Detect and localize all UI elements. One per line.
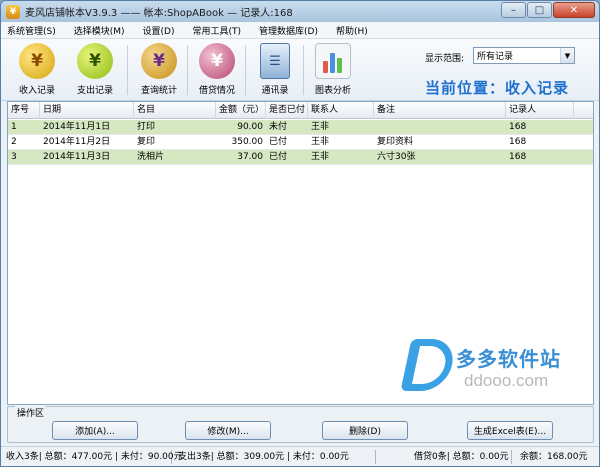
cell-index: 1 — [11, 122, 17, 132]
cell-index: 3 — [11, 152, 17, 162]
cell-item: 打印 — [137, 122, 156, 132]
menu-module[interactable]: 选择模块(M) — [68, 24, 131, 37]
expense-record-label: 支出记录 — [76, 86, 113, 96]
status-expense: 支出3条| 总额：309.00元 | 未付：0.00元 — [176, 450, 376, 464]
cell-amount: 90.00 — [237, 122, 263, 132]
maximize-button[interactable]: □ — [527, 2, 552, 18]
cell-note — [374, 120, 506, 135]
column-header[interactable]: 联系人 — [308, 102, 374, 119]
cell-contact: 王非 — [311, 137, 330, 147]
cell-amount: 350.00 — [231, 137, 264, 147]
toolbar-separator — [245, 45, 246, 95]
display-scope-value: 所有记录 — [477, 52, 514, 62]
cell-note: 复印资料 — [377, 137, 414, 147]
table-row[interactable]: 1 2014年11月1日 打印 90.00 未付 王非 168 — [8, 120, 593, 135]
menu-settings[interactable]: 设置(D) — [137, 24, 181, 37]
watermark-logo-icon — [400, 339, 458, 391]
close-button[interactable]: ✕ — [553, 2, 595, 18]
status-income: 收入3条| 总额：477.00元 | 未付：90.00元 — [6, 450, 183, 464]
income-record-button[interactable]: ¥ 收入记录 — [9, 42, 65, 98]
menu-help[interactable]: 帮助(H) — [330, 24, 374, 37]
chart-bar — [323, 61, 328, 73]
query-stats-icon: ¥ — [141, 43, 177, 79]
menu-database[interactable]: 管理数据库(D) — [253, 24, 324, 37]
title-bar[interactable]: ¥ 麦风店铺帐本V3.9.3 —— 帐本:ShopABook — 记录人:168… — [1, 1, 599, 22]
status-balance: 余额：168.00元 — [520, 452, 588, 462]
query-stats-label: 查询统计 — [140, 86, 177, 96]
expense-yen-icon: ¥ — [77, 43, 113, 79]
expense-record-button[interactable]: ¥ 支出记录 — [67, 42, 123, 98]
edit-button[interactable]: 修改(M)... — [185, 421, 271, 440]
status-loan: 借贷0条| 总额：0.00元 — [412, 450, 512, 464]
delete-button[interactable]: 删除(D) — [322, 421, 408, 440]
site-watermark: 多多软件站 ddooo.com — [400, 337, 594, 399]
income-yen-icon: ¥ — [19, 43, 55, 79]
column-header[interactable]: 序号 — [8, 102, 40, 119]
loan-status-button[interactable]: ¥ 借贷情况 — [189, 42, 245, 98]
display-scope-label: 显示范围: — [425, 54, 465, 64]
menu-bar: 系统管理(S) 选择模块(M) 设置(D) 常用工具(T) 管理数据库(D) 帮… — [1, 22, 599, 39]
cell-paid: 未付 — [269, 122, 288, 132]
chart-analysis-button[interactable]: 图表分析 — [305, 42, 361, 98]
cell-amount: 37.00 — [237, 152, 263, 162]
toolbar-separator — [127, 45, 128, 95]
cell-item: 复印 — [137, 137, 156, 147]
toolbar-separator — [187, 45, 188, 95]
column-header[interactable]: 备注 — [374, 102, 506, 119]
cell-recorder: 168 — [509, 137, 527, 147]
operations-area: 操作区 添加(A)... 修改(M)... 删除(D) 生成Excel表(E).… — [7, 406, 594, 443]
window-controls: – □ ✕ — [501, 2, 595, 18]
add-button[interactable]: 添加(A)... — [52, 421, 138, 440]
column-header[interactable]: 记录人 — [506, 102, 574, 119]
column-header[interactable]: 名目 — [134, 102, 216, 119]
column-header[interactable]: 金额（元） — [216, 102, 266, 119]
app-window: ¥ 麦风店铺帐本V3.9.3 —— 帐本:ShopABook — 记录人:168… — [0, 0, 600, 467]
cell-paid: 已付 — [269, 152, 288, 162]
status-bar: 收入3条| 总额：477.00元 | 未付：90.00元 支出3条| 总额：30… — [1, 446, 599, 466]
current-location: 当前位置：收入记录 — [425, 79, 570, 97]
column-header[interactable]: 是否已付 — [266, 102, 308, 119]
income-record-label: 收入记录 — [18, 86, 55, 96]
window-title: 麦风店铺帐本V3.9.3 —— 帐本:ShopABook — 记录人:168 — [25, 8, 293, 19]
cell-contact: 王非 — [311, 152, 330, 162]
watermark-title: 多多软件站 — [456, 347, 561, 371]
table-row[interactable]: 3 2014年11月3日 洗相片 37.00 已付 王非 六寸30张 168 — [8, 150, 593, 165]
loan-icon: ¥ — [199, 43, 235, 79]
chart-analysis-label: 图表分析 — [314, 86, 351, 96]
display-scope-select[interactable]: 所有记录 ▼ — [473, 47, 575, 64]
cell-index: 2 — [11, 137, 17, 147]
chevron-down-icon[interactable]: ▼ — [560, 48, 574, 63]
app-logo-icon: ¥ — [6, 4, 20, 19]
toolbar: ¥ 收入记录 ¥ 支出记录 ¥ 查询统计 ¥ 借贷情况 ☰ 通讯录 图表分析 显… — [1, 39, 599, 101]
minimize-button[interactable]: – — [501, 2, 526, 18]
menu-tools[interactable]: 常用工具(T) — [187, 24, 248, 37]
cell-recorder: 168 — [509, 152, 527, 162]
contacts-button[interactable]: ☰ 通讯录 — [247, 42, 303, 98]
cell-item: 洗相片 — [137, 152, 165, 162]
chart-bar — [337, 58, 342, 73]
table-header: 序号 日期 名目 金额（元） 是否已付 联系人 备注 记录人 — [8, 102, 593, 119]
operations-title: 操作区 — [15, 406, 47, 419]
export-excel-button[interactable]: 生成Excel表(E)... — [467, 421, 553, 440]
loan-status-label: 借贷情况 — [198, 86, 235, 96]
column-header[interactable]: 日期 — [40, 102, 134, 119]
query-stats-button[interactable]: ¥ 查询统计 — [131, 42, 187, 98]
contacts-label: 通讯录 — [261, 86, 289, 96]
table-row[interactable]: 2 2014年11月2日 复印 350.00 已付 王非 复印资料 168 — [8, 135, 593, 150]
cell-contact: 王非 — [311, 122, 330, 132]
chart-analysis-icon — [315, 43, 351, 79]
watermark-url: ddooo.com — [464, 371, 549, 390]
toolbar-separator — [303, 45, 304, 95]
cell-paid: 已付 — [269, 137, 288, 147]
cell-note: 六寸30张 — [377, 152, 416, 162]
menu-system[interactable]: 系统管理(S) — [1, 24, 62, 37]
cell-recorder: 168 — [509, 122, 527, 132]
cell-date: 2014年11月1日 — [43, 122, 111, 132]
contacts-book-icon: ☰ — [260, 43, 290, 79]
cell-date: 2014年11月2日 — [43, 137, 111, 147]
cell-date: 2014年11月3日 — [43, 152, 111, 162]
chart-bar — [330, 53, 335, 73]
